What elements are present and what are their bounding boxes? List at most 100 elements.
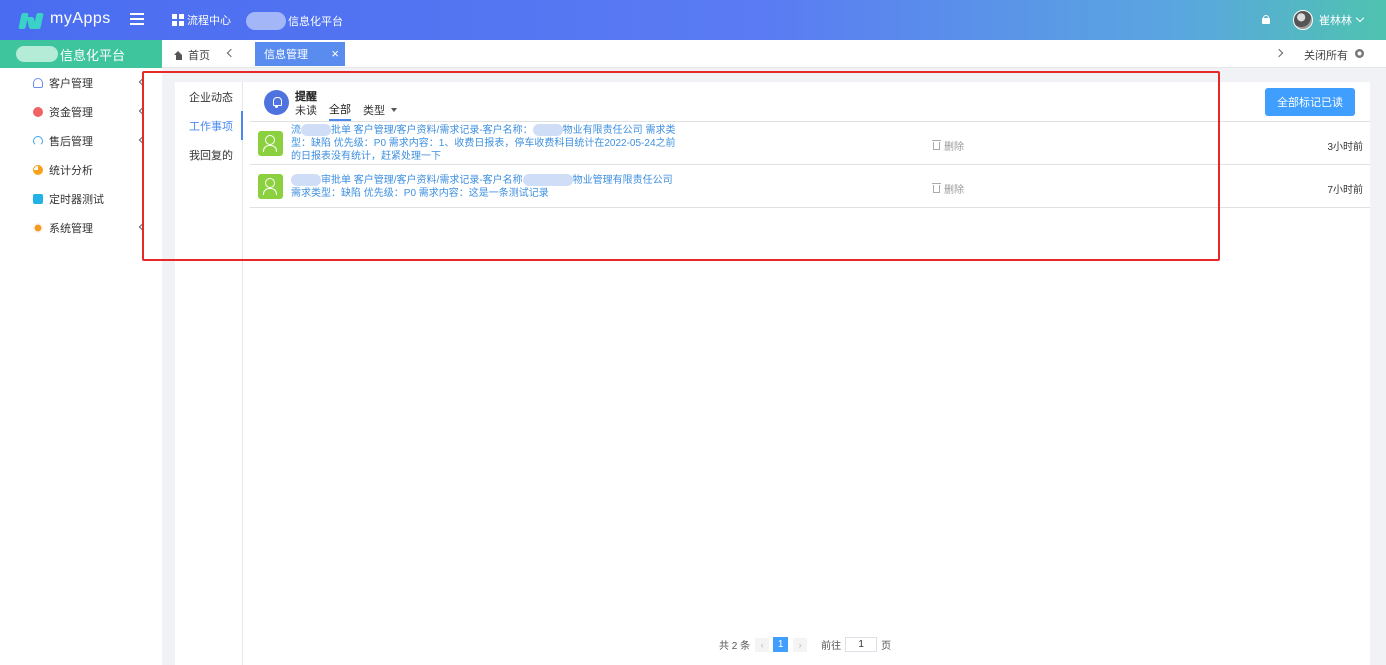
notice-text-line1: 批单 客户管理/客户资料/需求记录-客户名称： bbox=[331, 125, 533, 136]
chevron-left-icon bbox=[138, 106, 148, 116]
lock-icon[interactable] bbox=[1262, 15, 1270, 24]
notice-text-line3: 的日报表没有统计，赶紧处理一下 bbox=[291, 151, 441, 162]
delete-button[interactable]: 删除 bbox=[932, 138, 964, 153]
chevron-left-icon[interactable] bbox=[226, 48, 236, 58]
filter-all[interactable]: 全部 bbox=[329, 101, 351, 121]
chevron-right-icon[interactable] bbox=[1274, 48, 1284, 58]
nav-process-center-label: 流程中心 bbox=[187, 15, 231, 27]
notice-text-prefix: 流 bbox=[291, 125, 301, 136]
tab-info-management[interactable]: 信息管理 × bbox=[255, 42, 345, 66]
logo-mark-icon bbox=[18, 9, 44, 29]
user-icon bbox=[33, 77, 43, 88]
close-icon[interactable]: × bbox=[331, 46, 339, 61]
main-content: 企业动态 工作事项 我回复的 提醒 未读 全部 类型 全部标记已读 流批单 客户… bbox=[175, 82, 1370, 665]
chevron-left-icon bbox=[138, 222, 148, 232]
list-item[interactable]: 流 批单 客户管理/客户资料/需求记录-客户名称： 物业有限责任公司 需求类 型：缺… bbox=[250, 122, 1370, 165]
user-menu[interactable]: 崔林林 bbox=[1293, 10, 1365, 30]
sub-navigation: 企业动态 工作事项 我回复的 bbox=[175, 82, 243, 665]
sidebar-item-label: 统计分析 bbox=[49, 164, 93, 177]
pagination-total: 共 2 条 bbox=[719, 641, 751, 652]
chevron-left-icon bbox=[138, 135, 148, 145]
sidebar-item-label: 系统管理 bbox=[49, 222, 93, 235]
redacted-mask bbox=[291, 174, 321, 187]
tab-info-management-label: 信息管理 bbox=[264, 49, 308, 61]
notice-text[interactable]: 流 批单 客户管理/客户资料/需求记录-客户名称： 物业有限责任公司 需求类 型：缺… bbox=[291, 124, 691, 163]
user-name: 崔林林 bbox=[1319, 15, 1352, 27]
app-name: myApps bbox=[50, 10, 111, 27]
trash-icon bbox=[932, 139, 941, 150]
notice-text-line1: 审批单 客户管理/客户资料/需求记录-客户名称 bbox=[321, 175, 523, 186]
chevron-left-icon bbox=[138, 77, 148, 87]
prev-page-button[interactable]: ‹ bbox=[755, 637, 770, 652]
mark-all-read-button[interactable]: 全部标记已读 bbox=[1265, 88, 1355, 116]
redacted-mask bbox=[16, 46, 58, 62]
sidebar-item-system[interactable]: 系统管理 bbox=[0, 213, 162, 242]
pagination: 共 2 条 ‹ 1 › 前往 1 页 bbox=[719, 637, 891, 652]
delete-label: 删除 bbox=[944, 142, 964, 153]
notice-time: 7小时前 bbox=[1327, 185, 1363, 196]
sidebar-item-label: 客户管理 bbox=[49, 77, 93, 90]
sidebar-header-title: 信息化平台 bbox=[60, 47, 126, 63]
home-icon bbox=[174, 50, 183, 60]
page-number-current[interactable]: 1 bbox=[773, 637, 789, 652]
subnav-work-items[interactable]: 工作事项 bbox=[175, 111, 243, 140]
filter-type-dropdown[interactable]: 类型 bbox=[363, 102, 397, 120]
redacted-mask bbox=[532, 124, 563, 137]
notice-text-line2: 需求类型：缺陷 优先级：P0 需求内容：这是一条测试记录 bbox=[291, 188, 549, 199]
nav-platform-label: 信息化平台 bbox=[288, 16, 343, 28]
sidebar-item-label: 售后管理 bbox=[49, 135, 93, 148]
sidebar-item-timer-test[interactable]: 定时器测试 bbox=[0, 184, 162, 213]
redacted-mask bbox=[246, 12, 286, 30]
close-all-tabs-button[interactable]: 关闭所有 bbox=[1304, 47, 1348, 63]
delete-button[interactable]: 删除 bbox=[932, 181, 964, 196]
next-page-button[interactable]: › bbox=[793, 637, 808, 652]
page-jump-input[interactable]: 1 bbox=[845, 637, 878, 652]
sidebar-header: 信息化平台 bbox=[0, 40, 162, 68]
chevron-down-icon bbox=[1355, 13, 1365, 23]
avatar bbox=[1293, 10, 1313, 30]
sidebar-item-funds[interactable]: 资金管理 bbox=[0, 97, 162, 126]
notice-text-line1-end: 物业有限责任公司 需求类 bbox=[562, 125, 676, 136]
goto-label: 前往 bbox=[821, 641, 842, 652]
nav-platform[interactable]: 信息化平台 bbox=[246, 11, 343, 31]
redacted-mask bbox=[301, 124, 331, 137]
sidebar-item-statistics[interactable]: 统计分析 bbox=[0, 155, 162, 184]
tab-home[interactable]: 首页 bbox=[174, 47, 210, 63]
settings-icon[interactable] bbox=[1355, 49, 1364, 58]
money-icon bbox=[33, 106, 43, 117]
nav-process-center[interactable]: 流程中心 bbox=[172, 12, 231, 28]
sidebar-item-label: 资金管理 bbox=[49, 106, 93, 119]
menu-toggle-icon[interactable] bbox=[130, 13, 144, 25]
notice-time: 3小时前 bbox=[1327, 142, 1363, 153]
subnav-my-replies[interactable]: 我回复的 bbox=[175, 140, 242, 169]
bell-icon bbox=[264, 90, 289, 115]
grid-icon bbox=[172, 14, 184, 26]
filter-unread[interactable]: 未读 bbox=[295, 102, 317, 120]
caret-down-icon bbox=[391, 108, 397, 112]
list-item[interactable]: 审批单 客户管理/客户资料/需求记录-客户名称 物业管理有限责任公司 需求类型：缺… bbox=[250, 165, 1370, 208]
subnav-label: 工作事项 bbox=[189, 120, 233, 133]
user-card-icon bbox=[258, 131, 283, 156]
notice-text-line1-end: 物业管理有限责任公司 bbox=[572, 175, 673, 186]
timer-icon bbox=[33, 193, 43, 204]
notice-text-line2: 型：缺陷 优先级：P0 需求内容：1、收费日报表，停车收费科目统计在2022-0… bbox=[291, 138, 676, 149]
chart-icon bbox=[33, 164, 43, 175]
notice-filters: 未读 全部 类型 bbox=[295, 101, 409, 121]
gear-icon bbox=[33, 222, 43, 233]
page-suffix-label: 页 bbox=[881, 641, 892, 652]
sidebar: 客户管理 资金管理 售后管理 统计分析 定时器测试 系统管理 bbox=[0, 68, 162, 665]
subnav-label: 我回复的 bbox=[189, 149, 233, 162]
tab-home-label: 首页 bbox=[188, 50, 210, 62]
notice-list: 流 批单 客户管理/客户资料/需求记录-客户名称： 物业有限责任公司 需求类 型：缺… bbox=[250, 121, 1370, 208]
subnav-label: 企业动态 bbox=[189, 91, 233, 104]
subnav-enterprise-news[interactable]: 企业动态 bbox=[175, 82, 242, 111]
headset-icon bbox=[33, 135, 43, 146]
tab-strip: 首页 信息管理 × 关闭所有 bbox=[162, 40, 1386, 68]
sidebar-item-after-sales[interactable]: 售后管理 bbox=[0, 126, 162, 155]
trash-icon bbox=[932, 182, 941, 193]
sidebar-item-customer[interactable]: 客户管理 bbox=[0, 68, 162, 97]
delete-label: 删除 bbox=[944, 185, 964, 196]
notice-text[interactable]: 审批单 客户管理/客户资料/需求记录-客户名称 物业管理有限责任公司 需求类型：缺… bbox=[291, 174, 691, 200]
user-card-icon bbox=[258, 174, 283, 199]
app-logo[interactable]: myApps bbox=[18, 9, 111, 29]
